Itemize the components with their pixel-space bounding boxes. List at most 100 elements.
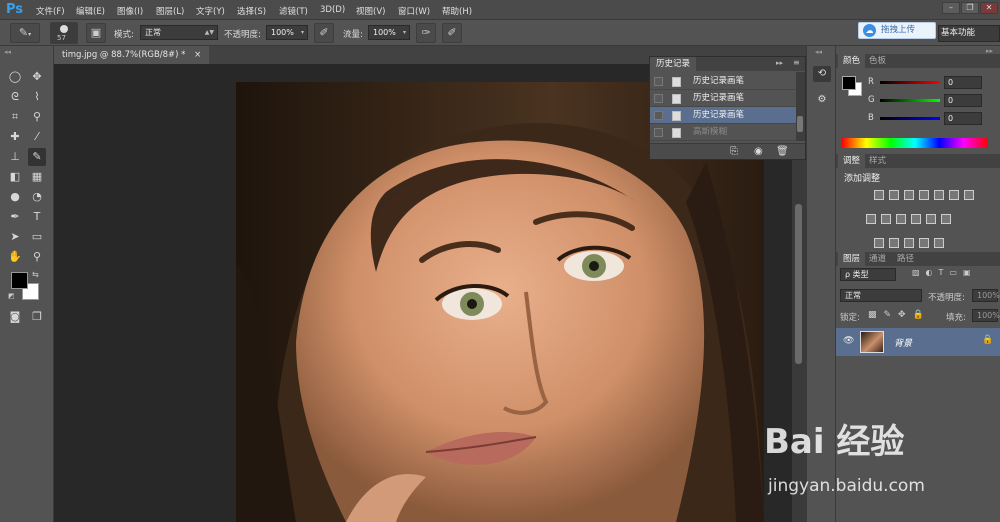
screen-mode-icon[interactable]: ❐ <box>28 308 46 326</box>
tab-adjustments[interactable]: 调整 <box>838 154 866 168</box>
gradient-tool-icon[interactable]: ▦ <box>28 168 46 186</box>
layer-filter-dropdown[interactable]: ρ 类型 <box>840 268 896 281</box>
adjustment-icon[interactable] <box>949 190 959 200</box>
eye-icon[interactable]: 👁 <box>843 336 854 346</box>
adjustment-icon[interactable] <box>934 238 944 248</box>
adjustment-icon[interactable] <box>904 238 914 248</box>
source-checkbox[interactable] <box>654 94 663 103</box>
adjustment-icon[interactable] <box>919 238 929 248</box>
upload-button[interactable]: ☁ 拖拽上传 <box>858 22 936 39</box>
rectangle-tool-icon[interactable]: ▭ <box>28 228 46 246</box>
source-checkbox[interactable] <box>654 111 663 120</box>
brush-tool-icon[interactable]: ⁄ <box>28 128 46 146</box>
adjustment-icon[interactable] <box>911 214 921 224</box>
menu-file[interactable]: 文件(F) <box>36 5 65 17</box>
tab-layers[interactable]: 图层 <box>838 252 866 266</box>
opacity-input[interactable]: 100% ▾ <box>266 25 308 40</box>
panel-menu-icon[interactable]: ≡ <box>793 58 800 67</box>
channel-value-input[interactable]: 0 <box>944 112 982 125</box>
pen-tool-icon[interactable]: ✒ <box>6 208 24 226</box>
maximize-button[interactable]: ❐ <box>961 2 979 14</box>
eraser-tool-icon[interactable]: ◧ <box>6 168 24 186</box>
menu-window[interactable]: 窗口(W) <box>398 5 430 17</box>
properties-panel-icon[interactable]: ⚙ <box>813 92 831 108</box>
tab-swatches[interactable]: 色板 <box>864 54 891 68</box>
new-snapshot-icon[interactable]: ◉ <box>754 146 763 157</box>
close-window-button[interactable]: ✕ <box>980 2 998 14</box>
adjustment-icon[interactable] <box>889 190 899 200</box>
blend-mode-dropdown[interactable]: 正常 <box>840 289 922 302</box>
adjustment-icon[interactable] <box>934 190 944 200</box>
adjustment-icon[interactable] <box>926 214 936 224</box>
adjustment-icon[interactable] <box>874 238 884 248</box>
channel-slider[interactable] <box>880 81 940 84</box>
mode-dropdown[interactable]: 正常 ▲▼ <box>140 25 218 40</box>
clone-stamp-tool-icon[interactable]: ⊥ <box>6 148 24 166</box>
menu-edit[interactable]: 编辑(E) <box>76 5 105 17</box>
menu-layer[interactable]: 图层(L) <box>156 5 184 17</box>
tab-history[interactable]: 历史记录 <box>650 57 697 71</box>
brush-size-picker[interactable]: 57 <box>50 22 78 44</box>
document-tab[interactable]: timg.jpg @ 88.7%(RGB/8#) * × <box>54 46 210 64</box>
healing-brush-tool-icon[interactable]: ✚ <box>6 128 24 146</box>
adjustment-icon[interactable] <box>866 214 876 224</box>
foreground-color-swatch[interactable] <box>11 272 28 289</box>
channel-value-input[interactable]: 0 <box>944 94 982 107</box>
blur-tool-icon[interactable]: ● <box>6 188 24 206</box>
menu-filter[interactable]: 滤镜(T) <box>279 5 308 17</box>
history-state-row[interactable]: 历史记录画笔 <box>650 107 796 124</box>
collapse-icon[interactable]: ◂◂ <box>4 48 11 56</box>
quick-select-tool-icon[interactable]: ⌇ <box>28 88 46 106</box>
eyedropper-tool-icon[interactable]: ⚲ <box>28 108 46 126</box>
layer-row-background[interactable]: 👁 背景 🔒 <box>836 328 1000 356</box>
menu-3d[interactable]: 3D(D) <box>320 5 345 15</box>
workspace-switcher[interactable]: 基本功能 <box>938 25 1000 42</box>
tab-styles[interactable]: 样式 <box>864 154 891 168</box>
adjustment-icon[interactable] <box>881 214 891 224</box>
adjustment-icon[interactable] <box>964 190 974 200</box>
hand-tool-icon[interactable]: ✋ <box>6 248 24 266</box>
menu-help[interactable]: 帮助(H) <box>442 5 472 17</box>
history-panel-icon[interactable]: ⟲ <box>813 66 831 82</box>
history-brush-tool-icon[interactable]: ✎ <box>28 148 46 166</box>
adjustment-icon[interactable] <box>941 214 951 224</box>
adjustment-icon[interactable] <box>896 214 906 224</box>
tab-paths[interactable]: 路径 <box>892 252 919 266</box>
channel-slider[interactable] <box>880 99 940 102</box>
swap-colors-icon[interactable]: ⇆ <box>32 270 39 279</box>
adjustment-icon[interactable] <box>889 238 899 248</box>
brush-panel-toggle[interactable]: ▣ <box>86 23 106 43</box>
tool-preset-picker[interactable]: ✎▾ <box>10 23 40 43</box>
type-tool-icon[interactable]: T <box>28 208 46 226</box>
lock-icons[interactable]: ▩✎✥🔒 <box>868 310 931 320</box>
path-select-tool-icon[interactable]: ➤ <box>6 228 24 246</box>
flow-input[interactable]: 100% ▾ <box>368 25 410 40</box>
pressure-size-button[interactable]: ✐ <box>442 23 462 43</box>
zoom-tool-icon[interactable]: ⚲ <box>28 248 46 266</box>
collapse-panel-icon[interactable]: ▸▸ <box>776 59 783 67</box>
menu-image[interactable]: 图像(I) <box>117 5 143 17</box>
menu-view[interactable]: 视图(V) <box>356 5 385 17</box>
pressure-opacity-button[interactable]: ✐ <box>314 23 334 43</box>
adjustment-icon[interactable] <box>874 190 884 200</box>
history-scrollbar[interactable] <box>796 72 805 141</box>
panel-foreground-swatch[interactable] <box>842 76 856 90</box>
tab-color[interactable]: 颜色 <box>838 54 866 68</box>
history-state-row[interactable]: 高斯模糊 <box>650 124 796 141</box>
history-state-row[interactable]: 历史记录画笔 <box>650 73 796 90</box>
new-document-from-state-icon[interactable]: ⎘ <box>730 146 738 157</box>
scrollbar-thumb[interactable] <box>797 116 803 132</box>
channel-slider[interactable] <box>880 117 940 120</box>
dodge-tool-icon[interactable]: ◔ <box>28 188 46 206</box>
layer-filter-icons[interactable]: ▨◐T▭▣ <box>912 268 977 277</box>
source-checkbox[interactable] <box>654 128 663 137</box>
default-colors-icon[interactable]: ◩ <box>8 292 15 300</box>
move-tool-icon[interactable]: ✥ <box>28 68 46 86</box>
trash-icon[interactable]: 🗑 <box>776 146 789 157</box>
source-checkbox[interactable] <box>654 77 663 86</box>
lasso-tool-icon[interactable]: ᘓ <box>6 88 24 106</box>
menu-type[interactable]: 文字(Y) <box>196 5 225 17</box>
airbrush-button[interactable]: ✑ <box>416 23 436 43</box>
fill-input[interactable]: 100% <box>972 309 1000 322</box>
close-tab-icon[interactable]: × <box>194 50 201 60</box>
